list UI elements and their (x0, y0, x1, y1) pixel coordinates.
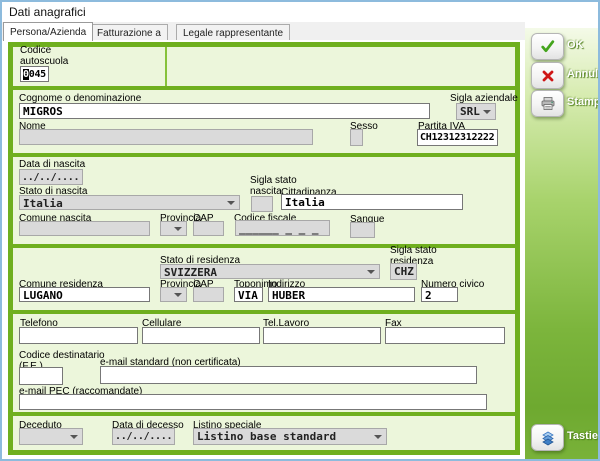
cross-icon (540, 68, 556, 84)
chevron-down-icon (174, 293, 182, 297)
chevron-down-icon (374, 435, 382, 439)
chevron-down-icon (367, 270, 375, 274)
codice-autoscuola-field[interactable]: 0045 (20, 66, 49, 82)
comune-nascita-field[interactable] (19, 221, 150, 236)
telefono-field[interactable] (19, 327, 138, 344)
action-panel: OK Annulla Stampa Tastiera (525, 28, 598, 459)
cap-residenza-field[interactable] (193, 287, 224, 302)
sangue-field[interactable] (350, 222, 375, 238)
section-divider (13, 153, 515, 157)
sigla-aziendale-combo[interactable]: SRL (456, 103, 496, 120)
stampa-button-label: Stampa (567, 96, 600, 108)
codice-autoscuola-label: Codice autoscuola (20, 45, 78, 67)
window-title: Dati anagrafici (9, 5, 86, 19)
stato-residenza-combo[interactable]: SVIZZERA (160, 264, 380, 279)
tastiera-button-label: Tastiera (567, 430, 600, 442)
chevron-down-icon (70, 435, 78, 439)
numero-civico-field[interactable]: 2 (421, 287, 458, 302)
section-divider (13, 86, 515, 90)
cittadinanza-field[interactable]: Italia (281, 194, 463, 210)
check-icon (539, 38, 556, 55)
ok-button[interactable] (531, 33, 564, 60)
codice-destinatario-field[interactable] (19, 367, 63, 385)
dati-anagrafici-window: Dati anagrafici Persona/Azienda Fatturaz… (0, 0, 600, 461)
sesso-field[interactable] (350, 129, 363, 146)
annulla-button[interactable] (531, 62, 564, 89)
printer-icon (540, 96, 556, 112)
provincia-nascita-combo[interactable] (160, 221, 187, 236)
section-divider (13, 310, 515, 314)
stato-nascita-combo[interactable]: Italia (19, 195, 240, 210)
sigla-stato-nascita-field[interactable] (251, 196, 273, 212)
provincia-residenza-combo[interactable] (160, 287, 187, 302)
codice-autoscuola-value: 045 (29, 69, 46, 80)
tab-persona-azienda[interactable]: Persona/Azienda (3, 22, 93, 41)
partita-iva-field[interactable]: CH12312312222 (417, 129, 498, 146)
tab-fatturazione-a[interactable]: Fatturazione a (90, 24, 168, 40)
fax-field[interactable] (385, 327, 505, 344)
email-standard-field[interactable] (100, 366, 477, 384)
nome-field[interactable] (19, 129, 313, 145)
stampa-button[interactable] (531, 90, 564, 117)
annulla-button-label: Annulla (567, 68, 600, 80)
chevron-down-icon (483, 110, 491, 114)
toponimo-field[interactable]: VIA (234, 287, 263, 302)
comune-residenza-field[interactable]: LUGANO (19, 287, 150, 302)
cellulare-field[interactable] (142, 327, 260, 344)
listino-speciale-combo[interactable]: Listino base standard (193, 428, 387, 445)
tel-lavoro-field[interactable] (263, 327, 381, 344)
data-decesso-field[interactable]: ../../.... (112, 428, 175, 445)
data-nascita-field[interactable]: ../../.... (19, 169, 83, 185)
cognome-field[interactable]: MIGROS (19, 103, 430, 119)
ok-button-label: OK (567, 39, 584, 51)
keyboard-icon (540, 430, 556, 446)
chevron-down-icon (174, 227, 182, 231)
section-divider (13, 412, 515, 416)
indirizzo-field[interactable]: HUBER (268, 287, 415, 302)
deceduto-combo[interactable] (19, 428, 83, 445)
section-divider-vertical (165, 47, 167, 86)
cap-nascita-field[interactable] (193, 221, 224, 236)
email-pec-field[interactable] (19, 394, 487, 410)
chevron-down-icon (227, 201, 235, 205)
codice-fiscale-field[interactable]: ______ _ _ _ (235, 220, 330, 236)
sigla-stato-residenza-field[interactable]: CHZ (390, 263, 417, 280)
tastiera-button[interactable] (531, 424, 564, 451)
tab-legale-rappresentante[interactable]: Legale rappresentante (176, 24, 290, 40)
